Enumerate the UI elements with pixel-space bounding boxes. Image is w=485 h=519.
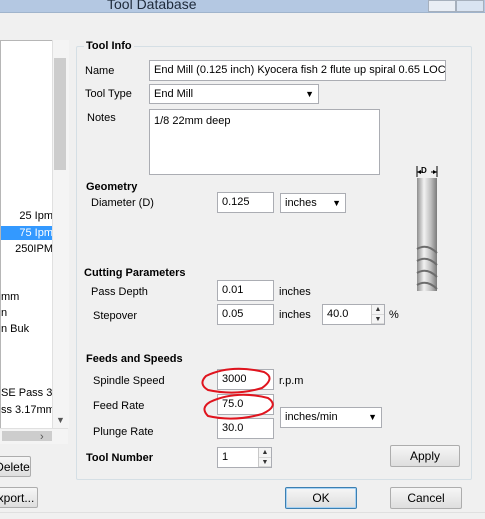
list-item[interactable]: 250IPM — [1, 242, 53, 256]
apply-button[interactable]: Apply — [390, 445, 460, 467]
spin-up-icon[interactable]: ▲ — [259, 448, 271, 458]
end-mill-diagram-icon — [416, 166, 438, 291]
diameter-field[interactable]: 0.125 — [217, 192, 274, 213]
export-button[interactable]: xport... — [0, 487, 38, 508]
stepover-spinner[interactable]: ▲ ▼ — [371, 305, 384, 324]
list-scroll-thumb[interactable] — [54, 58, 66, 170]
scroll-right-icon[interactable]: › — [40, 432, 44, 443]
stepover-field[interactable]: 0.05 — [217, 304, 274, 325]
chevron-down-icon: ▼ — [368, 412, 377, 422]
pass-depth-unit: inches — [279, 286, 311, 298]
tool-number-value: 1 — [222, 451, 229, 463]
maximize-button[interactable] — [428, 0, 456, 12]
geometry-units-select[interactable]: inches ▼ — [280, 193, 346, 213]
diameter-label: Diameter (D) — [91, 197, 154, 209]
spin-up-icon[interactable]: ▲ — [372, 305, 384, 315]
name-label: Name — [85, 65, 115, 77]
spindle-speed-label: Spindle Speed — [93, 375, 165, 387]
list-item[interactable]: 25 Ipm — [1, 209, 53, 223]
chevron-down-icon: ▼ — [305, 89, 314, 99]
cutting-parameters-heading: Cutting Parameters — [82, 267, 188, 279]
notes-textarea[interactable]: 1/8 22mm deep — [149, 109, 380, 175]
pass-depth-label: Pass Depth — [91, 286, 148, 298]
title-bar: Tool Database — [0, 0, 485, 13]
tool-number-label: Tool Number — [84, 452, 156, 464]
list-item[interactable]: mm — [1, 290, 53, 304]
feed-units-value: inches/min — [285, 411, 338, 423]
close-button[interactable] — [456, 0, 484, 12]
tool-type-label: Tool Type — [85, 88, 132, 100]
diagram-d-marker: D — [421, 166, 427, 175]
geometry-heading: Geometry — [84, 181, 140, 193]
list-item[interactable]: n Buk — [1, 322, 53, 336]
geometry-units-value: inches — [285, 197, 317, 209]
spin-down-icon[interactable]: ▼ — [259, 458, 271, 467]
tool-info-heading: Tool Info — [84, 40, 134, 52]
cancel-button[interactable]: Cancel — [390, 487, 462, 509]
percent-sign: % — [389, 309, 399, 321]
tool-number-spinner[interactable]: ▲ ▼ — [258, 448, 271, 467]
scroll-down-icon[interactable]: ▼ — [56, 415, 65, 425]
delete-button[interactable]: Delete — [0, 456, 31, 477]
feed-units-select[interactable]: inches/min ▼ — [280, 407, 382, 428]
red-circle-annotation — [201, 367, 274, 420]
spindle-speed-unit: r.p.m — [279, 375, 304, 387]
ok-button[interactable]: OK — [285, 487, 357, 509]
stepover-percent-value: 40.0 — [327, 308, 349, 320]
window-title: Tool Database — [107, 0, 197, 12]
notes-label: Notes — [87, 112, 116, 124]
stepover-label: Stepover — [93, 310, 138, 322]
feed-rate-label: Feed Rate — [93, 400, 145, 412]
spin-down-icon[interactable]: ▼ — [372, 315, 384, 324]
tool-type-value: End Mill — [154, 88, 194, 100]
name-field[interactable]: End Mill (0.125 inch) Kyocera fish 2 flu… — [149, 60, 446, 81]
tool-type-select[interactable]: End Mill ▼ — [149, 84, 319, 104]
plunge-rate-label: Plunge Rate — [93, 426, 154, 438]
list-hscroll-thumb[interactable] — [2, 431, 52, 441]
list-item[interactable]: SE Pass 3. — [1, 386, 53, 400]
stepover-unit: inches — [279, 309, 311, 321]
list-item-selected[interactable]: 75 Ipm — [1, 226, 53, 240]
feeds-speeds-heading: Feeds and Speeds — [84, 353, 185, 365]
list-item[interactable]: ss 3.17mm — [1, 403, 53, 417]
pass-depth-field[interactable]: 0.01 — [217, 280, 274, 301]
list-item[interactable]: n — [1, 306, 53, 320]
chevron-down-icon: ▼ — [332, 198, 341, 208]
